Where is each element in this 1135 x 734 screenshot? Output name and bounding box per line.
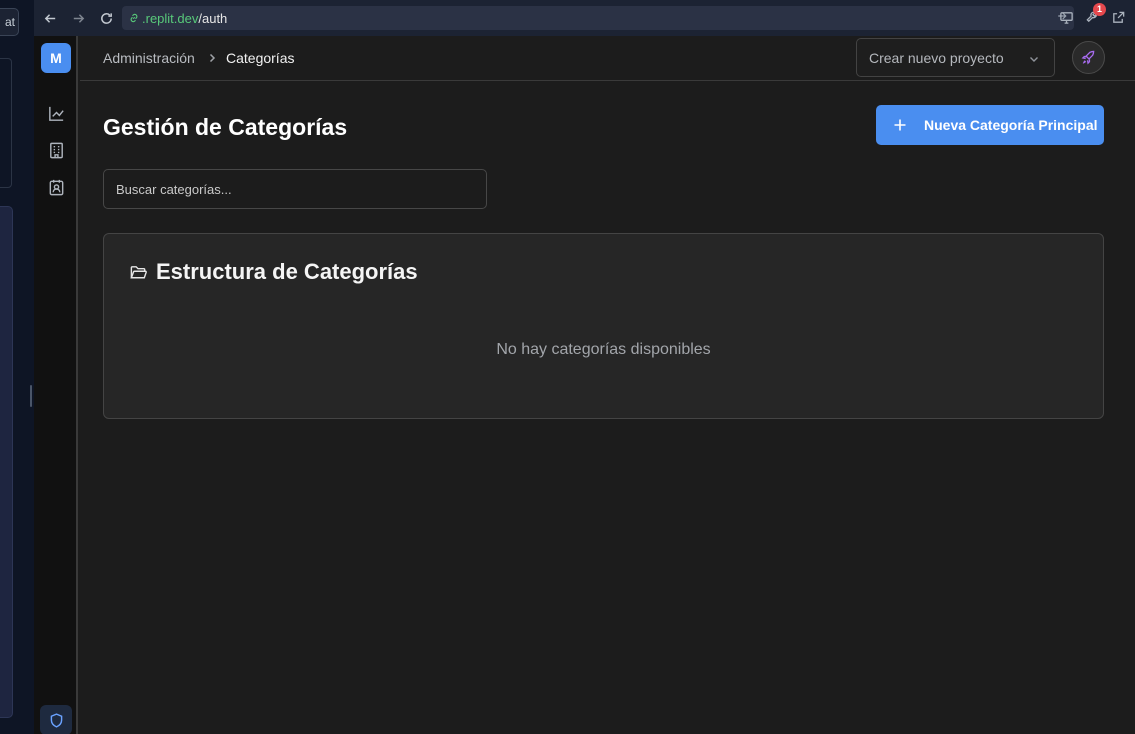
browser-toolbar: .replit.dev/auth 1 bbox=[34, 0, 1135, 36]
screen: at .replit.dev/auth 1 M Administración C… bbox=[0, 0, 1135, 734]
external-link-icon bbox=[1112, 11, 1124, 23]
building-icon bbox=[49, 142, 63, 158]
breadcrumb-parent[interactable]: Administración bbox=[103, 50, 195, 66]
sidebar: M bbox=[34, 36, 78, 734]
url-bar[interactable]: .replit.dev/auth bbox=[122, 6, 1074, 30]
monitor-icon bbox=[1059, 11, 1073, 24]
reload-icon bbox=[100, 12, 112, 24]
folder-open-icon bbox=[130, 265, 147, 278]
outer-chip-button[interactable]: at bbox=[0, 8, 19, 36]
outer-ide-strip: at bbox=[0, 0, 34, 734]
project-select-value: Crear nuevo proyecto bbox=[869, 49, 1004, 66]
main-content: Gestión de Categorías Nueva Categoría Pr… bbox=[80, 82, 1135, 734]
top-bar: Administración Categorías Crear nuevo pr… bbox=[80, 36, 1135, 81]
page-title: Gestión de Categorías bbox=[103, 114, 348, 140]
app-window: M Administración Categorías Crear nuevo … bbox=[34, 36, 1135, 734]
url-host: .replit.dev bbox=[142, 10, 199, 26]
devices-button[interactable] bbox=[1057, 6, 1075, 28]
chart-line-icon bbox=[48, 106, 64, 121]
reload-button[interactable] bbox=[93, 5, 119, 31]
contact-card-icon bbox=[49, 179, 63, 195]
outer-chat-panel bbox=[0, 206, 13, 718]
rocket-icon bbox=[1081, 50, 1095, 65]
shield-icon bbox=[50, 712, 62, 728]
chevron-right-icon bbox=[206, 51, 218, 67]
url-path: /auth bbox=[198, 10, 228, 26]
search-input[interactable]: Buscar categorías... bbox=[103, 169, 487, 209]
open-external-button[interactable] bbox=[1109, 6, 1127, 28]
empty-state-message: No hay categorías disponibles bbox=[496, 341, 711, 358]
back-button[interactable] bbox=[37, 5, 63, 31]
app-logo[interactable]: M bbox=[41, 43, 71, 73]
sidebar-item-organizations[interactable] bbox=[45, 139, 67, 161]
card-title: Estructura de Categorías bbox=[156, 259, 418, 284]
sidebar-item-analytics[interactable] bbox=[45, 102, 67, 124]
card-header: Estructura de Categorías bbox=[129, 259, 418, 285]
link-icon bbox=[130, 13, 138, 23]
arrow-right-icon bbox=[73, 13, 84, 23]
project-select[interactable]: Crear nuevo proyecto bbox=[856, 38, 1055, 77]
sidebar-item-contacts[interactable] bbox=[45, 176, 67, 198]
new-category-button[interactable]: Nueva Categoría Principal bbox=[876, 105, 1104, 145]
search-input-placeholder: Buscar categorías... bbox=[116, 181, 232, 197]
outer-panel bbox=[0, 58, 12, 188]
breadcrumb-current: Categorías bbox=[226, 50, 295, 66]
notification-badge: 1 bbox=[1093, 3, 1106, 16]
forward-button[interactable] bbox=[65, 5, 91, 31]
devtools-button[interactable]: 1 bbox=[1083, 3, 1106, 28]
resize-handle[interactable] bbox=[30, 385, 32, 407]
deploy-button[interactable] bbox=[1072, 41, 1105, 74]
browser-actions: 1 bbox=[1057, 3, 1127, 28]
new-category-button-label: Nueva Categoría Principal bbox=[924, 117, 1098, 133]
sidebar-item-security[interactable] bbox=[40, 705, 72, 734]
category-tree-card: Estructura de Categorías No hay categorí… bbox=[103, 233, 1104, 419]
chevron-down-icon bbox=[1028, 52, 1040, 68]
arrow-left-icon bbox=[44, 13, 55, 23]
plus-icon bbox=[894, 119, 906, 131]
